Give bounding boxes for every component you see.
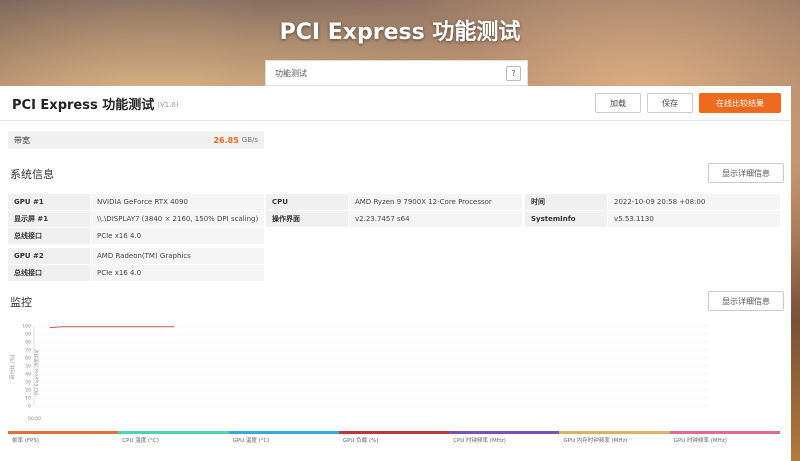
system-info-title: 系统信息 — [10, 168, 54, 181]
page-hero-title: PCI Express 功能测试 — [279, 20, 521, 45]
info-row: 操作界面 v2.23.7457 s64 — [266, 211, 522, 227]
legend-label: CPU 时钟频率 (MHz) — [453, 438, 506, 444]
bandwidth-unit: GB/s — [241, 136, 258, 144]
info-key: 时间 — [531, 198, 545, 206]
y-tick-label: 50 — [25, 364, 31, 370]
help-button[interactable]: ? — [506, 65, 521, 81]
info-value: 2022-10-09 20:58 +08:00 — [607, 194, 780, 210]
info-key: 总线接口 — [14, 269, 42, 277]
info-col-gpu2: GPU #2 AMD Radeon(TM) Graphics 总线接口 PCIe… — [8, 248, 264, 282]
legend-item[interactable]: GPU 温度 (°C) — [228, 431, 339, 444]
legend-label: 帧率 (FPS) — [12, 438, 40, 444]
panel-title: PCI Express 功能测试 — [12, 97, 155, 113]
info-value: AMD Radeon(TM) Graphics — [90, 248, 264, 264]
info-key: GPU #2 — [14, 252, 44, 260]
compare-online-button[interactable]: 在线比较结果 — [699, 93, 781, 113]
save-button[interactable]: 保存 — [647, 93, 693, 113]
info-col-cpu: CPU AMD Ryzen 9 7900X 12-Core Processor … — [266, 194, 522, 228]
load-button[interactable]: 加载 — [595, 93, 641, 113]
info-row: SystemInfo v5.53.1130 — [525, 211, 780, 227]
info-value: PCIe x16 4.0 — [90, 265, 264, 281]
monitoring-detail-button[interactable]: 显示详细信息 — [708, 291, 784, 311]
info-col-time: 时间 2022-10-09 20:58 +08:00 SystemInfo v5… — [525, 194, 780, 228]
info-row: CPU AMD Ryzen 9 7900X 12-Core Processor — [266, 194, 522, 210]
legend-color-bar — [449, 431, 560, 434]
y-tick-label: 60 — [25, 356, 31, 362]
legend-item[interactable]: GPU 内存时钟频率 (MHz) — [559, 431, 670, 444]
result-panel: PCI Express 功能测试 (V1.0) 加载 保存 在线比较结果 带宽 … — [0, 86, 791, 461]
system-info-detail-button[interactable]: 显示详细信息 — [708, 163, 784, 183]
info-key: GPU #1 — [14, 198, 44, 206]
version-label: (V1.0) — [157, 101, 179, 109]
legend-item[interactable]: GPU 时钟频率 (MHz) — [669, 431, 780, 444]
info-value: AMD Ryzen 9 7900X 12-Core Processor — [348, 194, 522, 210]
y-tick-label: 90 — [25, 332, 31, 338]
info-row: GPU #1 NVIDIA GeForce RTX 4090 — [8, 194, 264, 210]
legend-item[interactable]: GPU 负载 (%) — [338, 431, 450, 444]
tab-label: 功能测试 — [275, 68, 307, 78]
y-tick-label: 20 — [25, 388, 31, 394]
chart-svg: 百分比 (%) PCI Express 功能测试 00:00 010203040… — [9, 324, 708, 422]
series-line — [49, 326, 174, 329]
monitoring-chart: 百分比 (%) PCI Express 功能测试 00:00 0 10 20 30 40… — [8, 322, 788, 422]
bandwidth-value: 26.85 — [213, 135, 239, 145]
info-row: 显示屏 #1 \\.\DISPLAY7 (3840 × 2160, 150% D… — [8, 211, 264, 227]
info-key: 总线接口 — [14, 232, 42, 240]
y-tick-label: 0 — [28, 404, 31, 410]
info-key: SystemInfo — [531, 215, 576, 223]
legend-color-bar — [338, 431, 450, 434]
y-tick-label: 70 — [25, 348, 31, 354]
legend-label: GPU 时钟频率 (MHz) — [673, 438, 727, 444]
info-key: CPU — [272, 198, 288, 206]
y-tick-label: 10 — [25, 396, 31, 402]
y-tick-label: 80 — [25, 340, 31, 346]
tab-functional-test[interactable]: 功能测试 ? — [265, 60, 528, 86]
legend-color-bar — [228, 431, 339, 434]
info-value: v2.23.7457 s64 — [348, 211, 522, 227]
y-axis-label: 百分比 (%) — [9, 354, 16, 379]
info-value: PCIe x16 4.0 — [90, 228, 264, 244]
bandwidth-label: 带宽 — [14, 135, 30, 145]
legend-label: GPU 负载 (%) — [342, 438, 379, 444]
legend-color-bar — [669, 431, 780, 434]
info-key: 显示屏 #1 — [14, 215, 49, 223]
bandwidth-row: 带宽 26.85 GB/s — [8, 131, 264, 149]
y-tick-label: 100 — [22, 324, 31, 330]
info-row: 总线接口 PCIe x16 4.0 — [8, 265, 264, 281]
info-value: v5.53.1130 — [607, 211, 780, 227]
legend-color-bar — [559, 431, 670, 434]
monitoring-title: 监控 — [10, 296, 32, 309]
panel-header: PCI Express 功能测试 (V1.0) 加载 保存 在线比较结果 — [0, 86, 791, 121]
x-start-label: 00:00 — [28, 416, 41, 422]
info-col-gpu1: GPU #1 NVIDIA GeForce RTX 4090 显示屏 #1 \\… — [8, 194, 264, 245]
info-key: 操作界面 — [272, 215, 300, 223]
legend-item[interactable]: 帧率 (FPS) — [8, 431, 119, 444]
info-row: 总线接口 PCIe x16 4.0 — [8, 228, 264, 244]
legend-color-bar — [118, 431, 229, 434]
legend-item[interactable]: CPU 温度 (°C) — [118, 431, 229, 444]
legend-label: GPU 内存时钟频率 (MHz) — [563, 438, 628, 444]
chart-legend: 帧率 (FPS) CPU 温度 (°C) GPU 温度 (°C) GPU 负载 (%)… — [8, 431, 780, 444]
info-row: 时间 2022-10-09 20:58 +08:00 — [525, 194, 780, 210]
legend-label: CPU 温度 (°C) — [122, 438, 159, 444]
info-value: \\.\DISPLAY7 (3840 × 2160, 150% DPI scal… — [90, 211, 264, 227]
y-tick-label: 30 — [25, 380, 31, 386]
legend-label: GPU 温度 (°C) — [232, 438, 270, 444]
info-value: NVIDIA GeForce RTX 4090 — [90, 194, 264, 210]
y-tick-label: 40 — [25, 372, 31, 378]
legend-item[interactable]: CPU 时钟频率 (MHz) — [449, 431, 560, 444]
legend-color-bar — [8, 431, 119, 434]
info-row: GPU #2 AMD Radeon(TM) Graphics — [8, 248, 264, 264]
